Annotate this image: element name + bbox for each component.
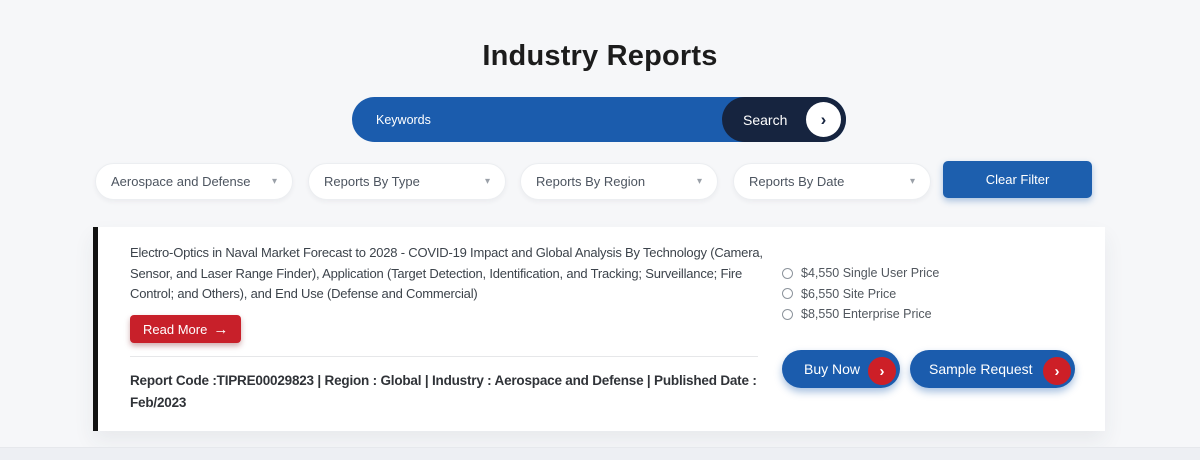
dropdown-report-type[interactable]: Reports By Type ▾: [308, 163, 506, 200]
sample-request-button[interactable]: Sample Request ›: [910, 350, 1075, 388]
dropdown-report-type-value: Reports By Type: [324, 174, 420, 189]
search-input[interactable]: [352, 97, 722, 142]
dropdown-industry-value: Aerospace and Defense: [111, 174, 251, 189]
chevron-right-icon: ›: [806, 102, 841, 137]
price-option-enterprise[interactable]: $8,550 Enterprise Price: [782, 307, 939, 321]
price-label: $4,550 Single User Price: [801, 266, 940, 280]
dropdown-report-date-value: Reports By Date: [749, 174, 845, 189]
dropdown-report-region-value: Reports By Region: [536, 174, 646, 189]
dropdown-industry[interactable]: Aerospace and Defense ▾: [95, 163, 293, 200]
price-label: $6,550 Site Price: [801, 286, 897, 301]
search-button-label: Search: [743, 111, 788, 128]
chevron-down-icon: ▾: [696, 175, 702, 187]
arrow-right-icon: →: [213, 320, 229, 338]
price-options: $4,550 Single User Price $6,550 Site Pri…: [782, 266, 939, 321]
price-option-site[interactable]: $6,550 Site Price: [782, 287, 939, 301]
report-meta: Report Code :TIPRE00029823 | Region : Gl…: [130, 373, 757, 410]
dropdown-report-date[interactable]: Reports By Date ▾: [733, 163, 931, 200]
chevron-down-icon: ▾: [909, 175, 915, 187]
radio-icon: [782, 267, 793, 279]
card-divider: [130, 356, 758, 357]
chevron-down-icon: ▾: [484, 175, 490, 187]
price-option-single-user[interactable]: $4,550 Single User Price: [782, 266, 939, 280]
radio-icon: [782, 308, 793, 320]
industry-reports-page: Industry Reports Search › Aerospace and …: [0, 0, 1200, 460]
buy-now-button[interactable]: Buy Now ›: [782, 350, 900, 388]
search-button[interactable]: Search ›: [722, 97, 846, 142]
search-bar: Search ›: [352, 97, 846, 142]
radio-icon: [782, 288, 793, 299]
chevron-down-icon: ▾: [271, 175, 277, 187]
read-more-label: Read More: [143, 321, 208, 337]
sample-request-label: Sample Request: [929, 361, 1033, 377]
report-card: Electro-Optics in Naval Market Forecast …: [93, 227, 1105, 431]
read-more-button[interactable]: Read More →: [130, 315, 242, 343]
clear-filter-button[interactable]: Clear Filter: [943, 161, 1092, 198]
buy-now-label: Buy Now: [804, 361, 861, 377]
dropdown-report-region[interactable]: Reports By Region ▾: [520, 163, 718, 200]
price-label: $8,550 Enterprise Price: [801, 307, 932, 321]
page-title: Industry Reports: [482, 40, 718, 72]
report-title: Electro-Optics in Naval Market Forecast …: [130, 245, 763, 301]
section-divider-band: [0, 447, 1200, 460]
chevron-right-icon: ›: [866, 355, 898, 387]
chevron-right-icon: ›: [1041, 355, 1073, 387]
